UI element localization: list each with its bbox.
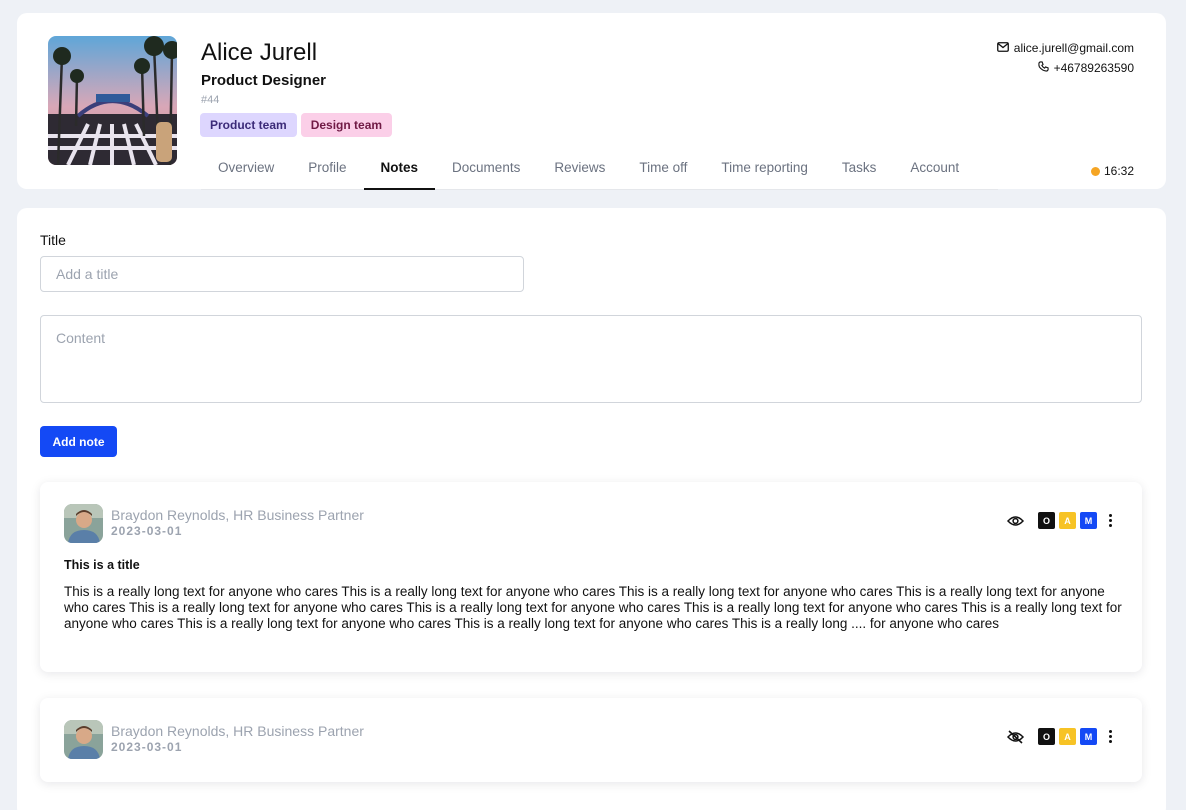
badge-a[interactable]: A — [1059, 728, 1076, 745]
tab-reviews[interactable]: Reviews — [537, 153, 622, 189]
note-body: This is a really long text for anyone wh… — [64, 584, 1122, 631]
tab-account[interactable]: Account — [893, 153, 976, 189]
profile-photo — [48, 36, 177, 165]
local-time: 16:32 — [1090, 164, 1134, 178]
tab-tasks[interactable]: Tasks — [825, 153, 894, 189]
note-author: Braydon Reynolds, HR Business Partner — [111, 507, 364, 523]
tab-documents[interactable]: Documents — [435, 153, 537, 189]
content-input[interactable] — [40, 315, 1142, 403]
profile-header: Alice Jurell Product Designer #44 Produc… — [17, 13, 1166, 190]
note-actions: O A M — [1004, 728, 1115, 745]
add-note-button[interactable]: Add note — [40, 426, 117, 457]
note-date: 2023-03-01 — [111, 524, 183, 538]
job-title: Product Designer — [201, 72, 327, 89]
note-actions: O A M — [1004, 512, 1115, 529]
title-label: Title — [40, 232, 66, 248]
phone-icon — [1037, 58, 1049, 78]
tag-design-team[interactable]: Design team — [300, 113, 393, 137]
local-time-value: 16:32 — [1103, 164, 1134, 178]
author-avatar — [64, 504, 103, 543]
note-date: 2023-03-01 — [111, 740, 183, 754]
employee-id: #44 — [201, 94, 220, 106]
employee-name: Alice Jurell — [201, 39, 318, 66]
badge-o[interactable]: O — [1038, 512, 1055, 529]
eye-off-icon[interactable] — [1004, 729, 1026, 745]
author-avatar — [64, 720, 103, 759]
sun-icon — [1090, 166, 1100, 176]
tab-notes[interactable]: Notes — [363, 153, 436, 190]
tab-overview[interactable]: Overview — [201, 153, 291, 189]
badge-m[interactable]: M — [1080, 512, 1097, 529]
contact-info: alice.jurell@gmail.com +46789263590 — [996, 38, 1134, 78]
note-title: This is a title — [64, 558, 140, 572]
tag-product-team[interactable]: Product team — [200, 113, 297, 137]
phone-row: +46789263590 — [997, 58, 1134, 78]
title-input[interactable] — [40, 256, 524, 292]
mail-icon — [996, 38, 1009, 58]
badge-a[interactable]: A — [1059, 512, 1076, 529]
phone-number[interactable]: +46789263590 — [1054, 58, 1134, 78]
tab-time-off[interactable]: Time off — [622, 153, 704, 189]
note-card: Braydon Reynolds, HR Business Partner 20… — [40, 482, 1142, 672]
eye-icon[interactable] — [1004, 513, 1026, 529]
note-card: Braydon Reynolds, HR Business Partner 20… — [40, 698, 1142, 782]
email-link[interactable]: alice.jurell@gmail.com — [1014, 38, 1134, 58]
team-tags: Product team Design team — [200, 113, 393, 137]
note-author: Braydon Reynolds, HR Business Partner — [111, 723, 364, 739]
tab-profile[interactable]: Profile — [291, 153, 363, 189]
email-row: alice.jurell@gmail.com — [996, 38, 1134, 58]
badge-o[interactable]: O — [1038, 728, 1055, 745]
more-vertical-icon[interactable] — [1105, 728, 1115, 745]
more-vertical-icon[interactable] — [1105, 512, 1115, 529]
tab-time-reporting[interactable]: Time reporting — [704, 153, 825, 189]
badge-m[interactable]: M — [1080, 728, 1097, 745]
notes-panel: Title Add note Braydon Reynolds, HR Busi… — [17, 208, 1166, 810]
profile-tabs: Overview Profile Notes Documents Reviews… — [201, 153, 998, 190]
